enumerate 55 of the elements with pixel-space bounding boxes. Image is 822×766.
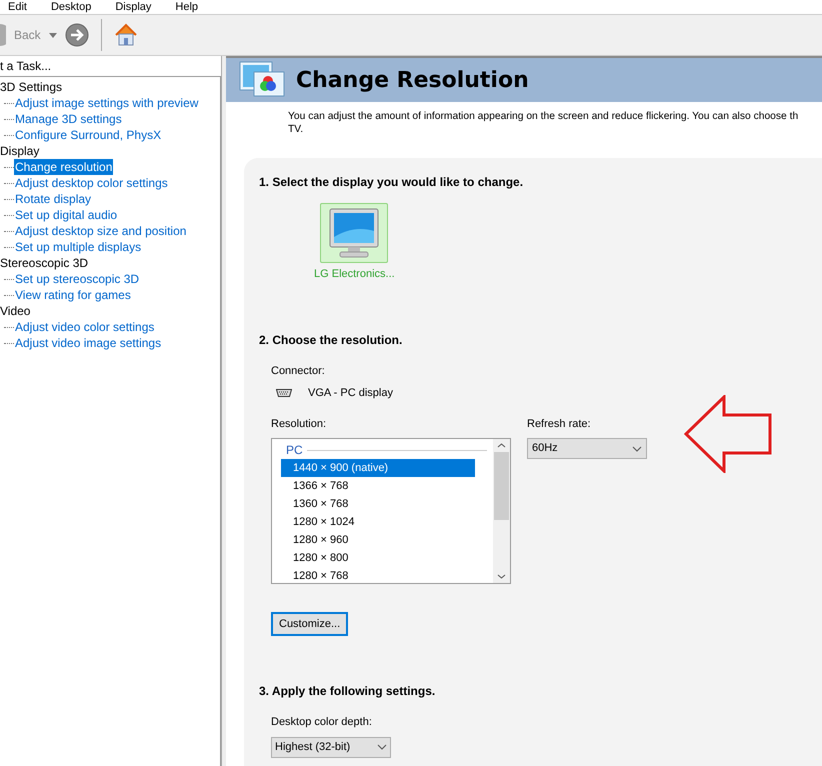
tree-category[interactable]: Video bbox=[0, 303, 220, 319]
tree-item[interactable]: Set up stereoscopic 3D bbox=[14, 271, 140, 287]
tree-item[interactable]: Adjust desktop color settings bbox=[14, 175, 169, 191]
tree-item[interactable]: Adjust video color settings bbox=[14, 319, 156, 335]
display-tile[interactable] bbox=[320, 203, 388, 263]
menu-item[interactable]: Help bbox=[175, 0, 198, 14]
field-label: Connector: bbox=[271, 364, 326, 378]
resolution-option[interactable]: 1360 × 768 bbox=[281, 495, 475, 513]
tree-item[interactable]: Manage 3D settings bbox=[14, 111, 123, 127]
tree-item[interactable]: Set up multiple displays bbox=[14, 239, 142, 255]
annotation-arrow-icon bbox=[684, 395, 772, 473]
home-icon[interactable] bbox=[114, 23, 138, 47]
chevron-down-icon bbox=[632, 446, 642, 452]
display-label: LG Electronics... bbox=[314, 267, 395, 282]
section-heading: 1. Select the display you would like to change. bbox=[259, 174, 524, 191]
field-label: Desktop color depth: bbox=[271, 715, 373, 730]
scroll-down-icon[interactable] bbox=[497, 574, 506, 579]
tree-item[interactable]: Change resolution bbox=[14, 159, 114, 175]
section-heading: 2. Choose the resolution. bbox=[259, 332, 404, 348]
color-depth-dropdown[interactable]: Highest (32-bit) bbox=[271, 736, 391, 758]
section-heading: 3. Apply the following settings. bbox=[259, 683, 436, 700]
page-title: Change Resolution bbox=[296, 66, 529, 94]
chevron-down-icon bbox=[377, 744, 387, 750]
caret-icon bbox=[48, 32, 57, 38]
menu-item[interactable]: Edit bbox=[8, 0, 27, 14]
tree-category[interactable]: Display bbox=[0, 143, 220, 159]
tree-category[interactable]: Stereoscopic 3D bbox=[0, 255, 220, 271]
description-text: You can adjust the amount of information appearing on the screen and reduce flickering. You can also choose th TV. bbox=[287, 110, 800, 136]
scroll-up-icon[interactable] bbox=[497, 443, 506, 448]
tree-item[interactable]: Configure Surround, PhysX bbox=[14, 127, 162, 143]
tree-item[interactable]: View rating for games bbox=[14, 287, 132, 303]
resolution-option[interactable]: 1280 × 960 bbox=[281, 531, 475, 549]
resolution-option[interactable]: 1440 × 900 (native) bbox=[281, 459, 475, 477]
refresh-rate-dropdown[interactable]: 60Hz bbox=[527, 438, 647, 459]
vga-connector-icon bbox=[276, 389, 292, 398]
field-label: Resolution: bbox=[271, 416, 328, 432]
customize-button[interactable]: Customize... bbox=[271, 612, 348, 636]
menu-item[interactable]: Desktop bbox=[50, 0, 92, 14]
sidebar-header: t a Task... bbox=[0, 58, 52, 75]
connector-value: VGA - PC display bbox=[308, 386, 393, 401]
tree-category[interactable]: 3D Settings bbox=[0, 79, 220, 95]
resolution-option[interactable]: 1280 × 768 bbox=[281, 567, 475, 583]
field-label: Refresh rate: bbox=[527, 416, 592, 432]
list-group-label: PC bbox=[286, 442, 303, 459]
tree-item[interactable]: Adjust desktop size and position bbox=[14, 223, 188, 239]
scrollbar[interactable] bbox=[493, 439, 510, 583]
resolution-option[interactable]: 1366 × 768 bbox=[281, 477, 475, 495]
resolution-list[interactable]: PC 1440 × 900 (native) 1366 × 768 1360 × 768 1280 × 1024 1280 × 960 1280 × 800 1280 × 768 bbox=[271, 438, 511, 584]
tree-item[interactable]: Rotate display bbox=[14, 191, 92, 207]
menu-item[interactable]: Display bbox=[115, 0, 152, 14]
resolution-option[interactable]: 1280 × 800 bbox=[281, 549, 475, 567]
tree-item[interactable]: Set up digital audio bbox=[14, 207, 118, 223]
resolution-option[interactable]: 1280 × 1024 bbox=[281, 513, 475, 531]
tree-item[interactable]: Adjust image settings with preview bbox=[14, 95, 200, 111]
tree-item[interactable]: Adjust video image settings bbox=[14, 335, 162, 351]
